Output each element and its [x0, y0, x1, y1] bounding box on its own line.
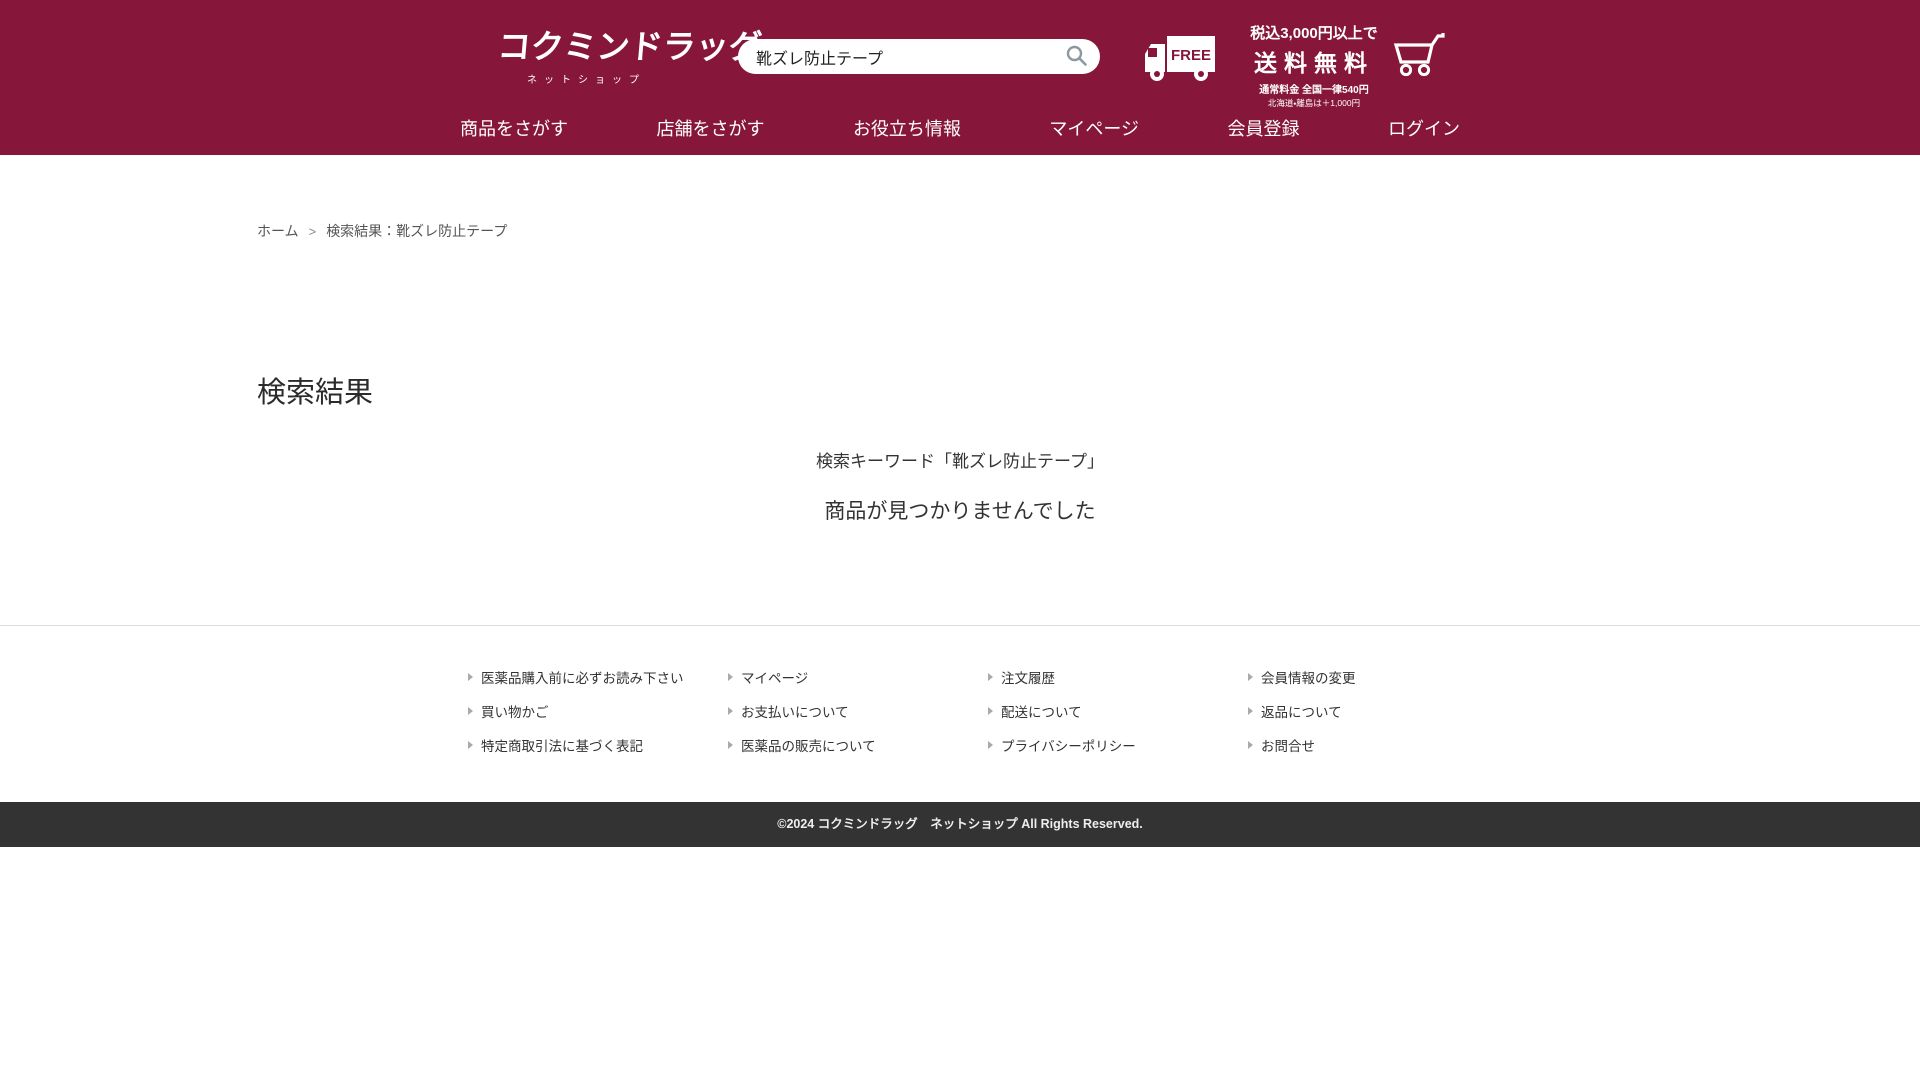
chevron-right-icon: [988, 741, 993, 749]
chevron-right-icon: [468, 707, 473, 715]
chevron-right-icon: [1248, 741, 1253, 749]
footer-link-member-info[interactable]: 会員情報の変更: [1248, 670, 1356, 684]
chevron-right-icon: [728, 707, 733, 715]
footer-column-1: 医薬品購入前に必ずお読み下さい 買い物かご 特定商取引法に基づく表記: [468, 670, 728, 772]
chevron-right-icon: [468, 741, 473, 749]
copyright-bar: ©2024 コクミンドラッグ ネットショップ All Rights Reserv…: [0, 802, 1920, 847]
footer-link-returns[interactable]: 返品について: [1248, 704, 1356, 718]
site-header: コクミンドラッグ ネットショップ FREE 税込3: [0, 0, 1920, 155]
truck-icon: FREE: [1143, 34, 1217, 87]
chevron-right-icon: [728, 673, 733, 681]
search-button[interactable]: [1065, 44, 1088, 70]
site-logo-subtitle: ネットショップ: [498, 71, 668, 86]
footer-link-privacy-policy[interactable]: プライバシーポリシー: [988, 738, 1248, 752]
footer-link-drug-sales[interactable]: 医薬品の販売について: [728, 738, 988, 752]
chevron-right-icon: [1248, 673, 1253, 681]
cart-button[interactable]: [1392, 32, 1448, 81]
footer: 医薬品購入前に必ずお読み下さい 買い物かご 特定商取引法に基づく表記 マイページ…: [0, 625, 1920, 802]
breadcrumb: ホーム > 検索結果：靴ズレ防止テープ: [0, 155, 1920, 241]
nav-item-useful-info[interactable]: お役立ち情報: [853, 115, 961, 141]
main-nav: 商品をさがす 店舗をさがす お役立ち情報 マイページ 会員登録 ログイン: [460, 115, 1460, 141]
search-icon: [1065, 44, 1088, 70]
footer-column-4: 会員情報の変更 返品について お問合せ: [1248, 670, 1356, 772]
no-results-message: 商品が見つかりませんでした: [0, 495, 1920, 525]
footer-link-contact[interactable]: お問合せ: [1248, 738, 1356, 752]
footer-link-drug-notice[interactable]: 医薬品購入前に必ずお読み下さい: [468, 670, 728, 684]
footer-column-2: マイページ お支払いについて 医薬品の販売について: [728, 670, 988, 772]
nav-item-login[interactable]: ログイン: [1388, 115, 1460, 141]
chevron-right-icon: [1248, 707, 1253, 715]
page-title: 検索結果: [0, 241, 1920, 411]
free-shipping-banner: FREE 税込3,000円以上で 送料無料 通常料金 全国一律540円 北海道・…: [1143, 22, 1403, 109]
footer-link-shopping-cart[interactable]: 買い物かご: [468, 704, 728, 718]
footer-link-payment[interactable]: お支払いについて: [728, 704, 988, 718]
search-box: [738, 39, 1100, 74]
footer-link-commerce-law[interactable]: 特定商取引法に基づく表記: [468, 738, 728, 752]
cart-icon: [1392, 66, 1448, 81]
nav-item-find-stores[interactable]: 店舗をさがす: [656, 115, 764, 141]
breadcrumb-separator: >: [309, 224, 317, 239]
nav-item-register[interactable]: 会員登録: [1228, 115, 1300, 141]
breadcrumb-home-link[interactable]: ホーム: [257, 221, 299, 241]
footer-link-delivery[interactable]: 配送について: [988, 704, 1248, 718]
footer-column-3: 注文履歴 配送について プライバシーポリシー: [988, 670, 1248, 772]
search-input[interactable]: [756, 48, 1065, 66]
shipping-remote-fee-text: 北海道・離島は＋1,000円: [1225, 97, 1403, 109]
site-logo[interactable]: コクミンドラッグ ネットショップ: [498, 20, 668, 86]
nav-item-search-products[interactable]: 商品をさがす: [460, 115, 568, 141]
search-keyword-text: 検索キーワード「靴ズレ防止テープ」: [0, 447, 1920, 472]
shipping-normal-fee-text: 通常料金 全国一律540円: [1225, 81, 1403, 96]
footer-link-my-page[interactable]: マイページ: [728, 670, 988, 684]
svg-text:FREE: FREE: [1171, 47, 1211, 64]
chevron-right-icon: [468, 673, 473, 681]
chevron-right-icon: [728, 741, 733, 749]
copyright-text: ©2024 コクミンドラッグ ネットショップ All Rights Reserv…: [777, 817, 1143, 831]
free-shipping-text: 送料無料: [1225, 44, 1403, 78]
chevron-right-icon: [988, 707, 993, 715]
footer-link-order-history[interactable]: 注文履歴: [988, 670, 1248, 684]
site-logo-title: コクミンドラッグ: [496, 20, 670, 68]
main-content: 検索結果 検索キーワード「靴ズレ防止テープ」 商品が見つかりませんでした: [0, 241, 1920, 525]
breadcrumb-current: 検索結果：靴ズレ防止テープ: [326, 221, 507, 241]
nav-item-my-page[interactable]: マイページ: [1049, 115, 1139, 141]
chevron-right-icon: [988, 673, 993, 681]
shipping-threshold-text: 税込3,000円以上で: [1225, 22, 1403, 43]
